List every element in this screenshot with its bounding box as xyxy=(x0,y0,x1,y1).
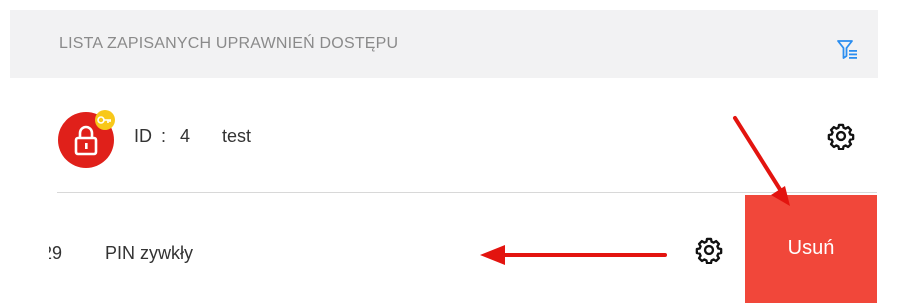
gear-icon[interactable] xyxy=(827,122,855,150)
id-value: 4 xyxy=(180,126,191,146)
delete-button[interactable]: Usuń xyxy=(745,195,877,303)
id-value: 29 xyxy=(42,243,63,263)
entry-name: test xyxy=(222,126,252,146)
id-separator: : xyxy=(161,126,167,146)
entry-name: PIN zywkły xyxy=(105,243,194,263)
id-label: ID xyxy=(134,126,152,146)
list-title: LISTA ZAPISANYCH UPRAWNIEŃ DOSTĘPU xyxy=(59,35,399,52)
padlock-icon xyxy=(58,110,115,168)
delete-button-label: Usuń xyxy=(787,236,835,259)
filter-list-icon[interactable] xyxy=(835,38,859,62)
list-item[interactable]: ID : 4 test xyxy=(0,80,897,192)
gear-icon[interactable] xyxy=(695,236,723,264)
list-item-swiped[interactable]: 29 PIN zywkły Usuń xyxy=(0,193,897,303)
list-header: LISTA ZAPISANYCH UPRAWNIEŃ DOSTĘPU xyxy=(10,10,878,78)
